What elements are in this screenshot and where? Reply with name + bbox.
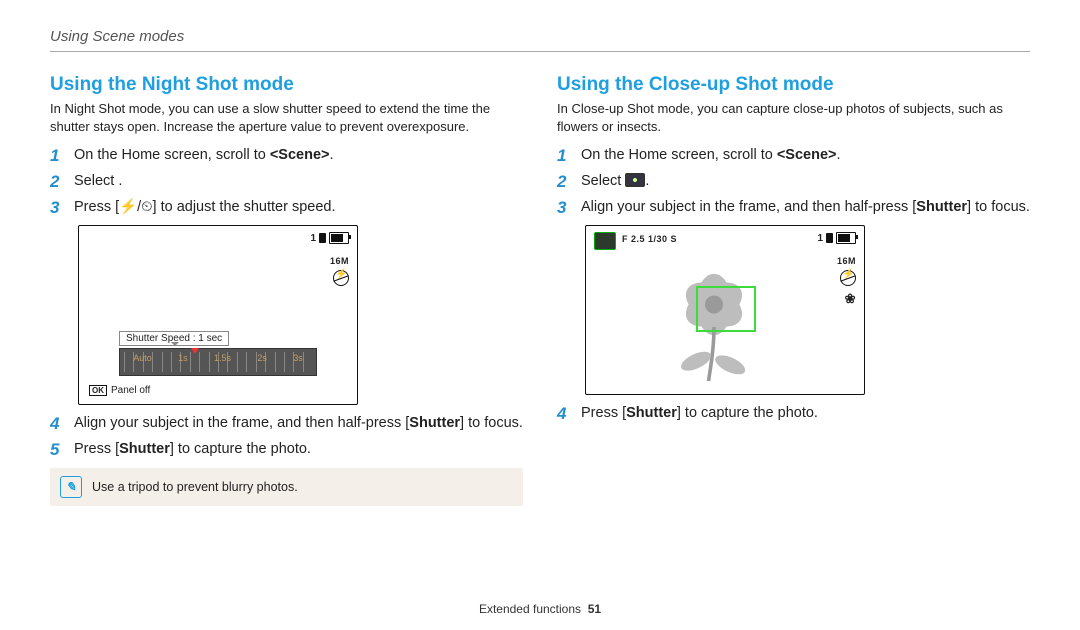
step-2: 2 Select . xyxy=(50,171,523,193)
page-footer: Extended functions 51 xyxy=(0,602,1080,616)
shots-remaining: 1 xyxy=(817,233,823,244)
tip-box: ✎ Use a tripod to prevent blurry photos. xyxy=(50,468,523,506)
card-icon xyxy=(319,233,326,243)
steps-night-shot-cont: 4 Align your subject in the frame, and t… xyxy=(50,413,523,461)
closeup-mode-icon xyxy=(625,173,645,187)
step-2: 2 Select . xyxy=(557,171,1030,193)
steps-closeup: 1 On the Home screen, scroll to <Scene>.… xyxy=(557,145,1030,219)
steps-night-shot: 1 On the Home screen, scroll to <Scene>.… xyxy=(50,145,523,219)
step-number: 2 xyxy=(557,171,581,193)
panel-off-hint: OK Panel off xyxy=(89,385,150,396)
tip-text: Use a tripod to prevent blurry photos. xyxy=(92,480,298,494)
status-bar: 1 xyxy=(817,232,856,244)
macro-icon: ❀ xyxy=(837,292,856,305)
note-icon: ✎ xyxy=(60,476,82,498)
step-body: Press [Shutter] to capture the photo. xyxy=(74,439,311,459)
step-number: 2 xyxy=(50,171,74,193)
left-column: Using the Night Shot mode In Night Shot … xyxy=(50,74,523,506)
step-body: On the Home screen, scroll to <Scene>. xyxy=(581,145,841,165)
camera-lcd-night: 1 16M Shutter Speed : 1 sec Auto 1s xyxy=(78,225,358,405)
step-number: 1 xyxy=(50,145,74,167)
page-number: 51 xyxy=(588,602,601,616)
ok-badge: OK xyxy=(89,385,107,396)
step-3: 3 Align your subject in the frame, and t… xyxy=(557,197,1030,219)
step-body: Align your subject in the frame, and the… xyxy=(581,197,1030,217)
slider-marker xyxy=(191,348,199,358)
two-column-layout: Using the Night Shot mode In Night Shot … xyxy=(50,74,1030,506)
step-body: Press [⚡/⏲] to adjust the shutter speed. xyxy=(74,197,336,217)
step-number: 4 xyxy=(557,403,581,425)
step-body: Select . xyxy=(74,171,122,191)
side-icons: 16M xyxy=(330,252,349,292)
heading-closeup: Using the Close-up Shot mode xyxy=(557,74,1030,96)
side-icons: 16M ❀ xyxy=(837,252,856,309)
resolution-label: 16M xyxy=(330,256,349,266)
step-number: 4 xyxy=(50,413,74,435)
step-body: On the Home screen, scroll to <Scene>. xyxy=(74,145,334,165)
right-column: Using the Close-up Shot mode In Close-up… xyxy=(557,74,1030,506)
scale-labels: Auto 1s 1.5s 2s 3s xyxy=(120,353,316,363)
battery-icon xyxy=(329,232,349,244)
divider xyxy=(50,51,1030,52)
step-number: 3 xyxy=(50,197,74,219)
step-body: Select . xyxy=(581,171,649,191)
slider-tooltip: Shutter Speed : 1 sec xyxy=(119,331,229,346)
chapter-title: Using Scene modes xyxy=(50,28,1030,45)
step-number: 5 xyxy=(50,439,74,461)
heading-night-shot: Using the Night Shot mode xyxy=(50,74,523,96)
flash-off-icon xyxy=(333,270,349,286)
step-number: 1 xyxy=(557,145,581,167)
intro-closeup: In Close-up Shot mode, you can capture c… xyxy=(557,100,1030,135)
exif-readout: F 2.5 1/30 S xyxy=(622,234,677,244)
steps-closeup-cont: 4 Press [Shutter] to capture the photo. xyxy=(557,403,1030,425)
slider-scale: Auto 1s 1.5s 2s 3s xyxy=(119,348,317,376)
step-body: Press [Shutter] to capture the photo. xyxy=(581,403,818,423)
step-1: 1 On the Home screen, scroll to <Scene>. xyxy=(50,145,523,167)
step-body: Align your subject in the frame, and the… xyxy=(74,413,523,433)
battery-icon xyxy=(836,232,856,244)
shutter-speed-slider: Shutter Speed : 1 sec Auto 1s 1.5s 2s 3s xyxy=(119,328,317,376)
step-4: 4 Align your subject in the frame, and t… xyxy=(50,413,523,435)
step-3: 3 Press [⚡/⏲] to adjust the shutter spee… xyxy=(50,197,523,219)
step-number: 3 xyxy=(557,197,581,219)
flash-off-icon xyxy=(840,270,856,286)
step-5: 5 Press [Shutter] to capture the photo. xyxy=(50,439,523,461)
flash-timer-icon: ⚡/⏲ xyxy=(119,199,152,215)
step-1: 1 On the Home screen, scroll to <Scene>. xyxy=(557,145,1030,167)
footer-section: Extended functions xyxy=(479,602,581,616)
intro-night-shot: In Night Shot mode, you can use a slow s… xyxy=(50,100,523,135)
mode-chip-icon xyxy=(594,232,616,250)
shots-remaining: 1 xyxy=(310,233,316,244)
autofocus-box xyxy=(696,286,756,332)
status-bar: 1 xyxy=(310,232,349,244)
resolution-label: 16M xyxy=(837,256,856,266)
camera-lcd-macro: F 2.5 1/30 S 1 16M ❀ xyxy=(585,225,865,395)
manual-page: Using Scene modes Using the Night Shot m… xyxy=(0,0,1080,630)
step-4: 4 Press [Shutter] to capture the photo. xyxy=(557,403,1030,425)
card-icon xyxy=(826,233,833,243)
